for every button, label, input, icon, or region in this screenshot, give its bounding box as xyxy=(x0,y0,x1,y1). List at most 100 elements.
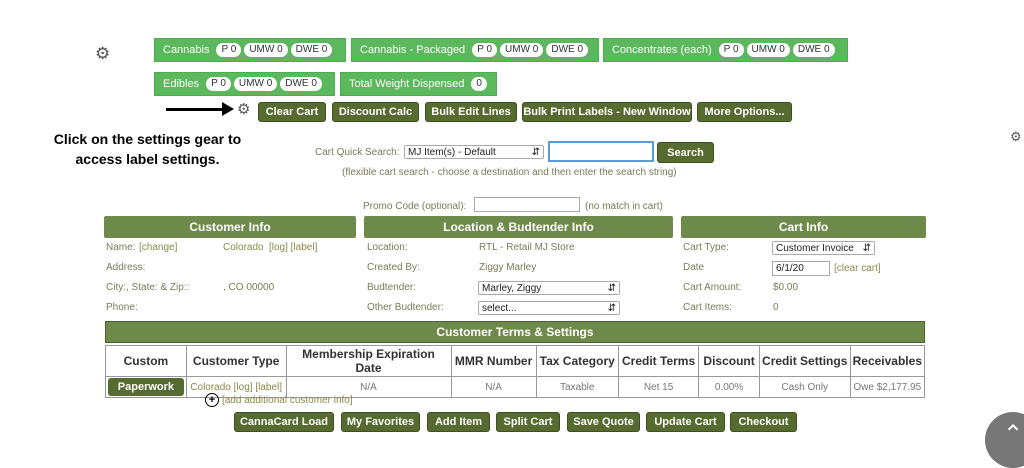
add-circle-icon[interactable]: + xyxy=(205,393,219,407)
customer-log-label-links[interactable]: [log] [label] xyxy=(269,242,317,253)
name-change-link[interactable]: [change] xyxy=(139,242,177,253)
scroll-to-top-button[interactable]: ⌃ xyxy=(985,412,1024,468)
clear-cart-button[interactable]: Clear Cart xyxy=(258,102,326,122)
edibles-dwe-pill: DWE 0 xyxy=(280,77,322,91)
search-button[interactable]: Search xyxy=(657,142,714,163)
concentrates-umw-pill: UMW 0 xyxy=(746,43,790,57)
column-header: Tax Category xyxy=(535,345,619,377)
column-header: Discount xyxy=(698,345,760,377)
city-state-zip-value: , CO 00000 xyxy=(223,282,275,293)
address-label: Address: xyxy=(106,262,146,273)
edibles-p-pill: P 0 xyxy=(206,77,231,91)
arrow-line xyxy=(166,108,224,111)
search-destination-value: MJ Item(s) - Default xyxy=(408,146,496,158)
column-header: Membership Expiration Date xyxy=(285,345,452,377)
paperwork-button[interactable]: Paperwork xyxy=(108,378,184,396)
clear-cart-link[interactable]: [clear cart] xyxy=(834,263,881,274)
save-quote-button[interactable]: Save Quote xyxy=(567,412,640,432)
other-budtender-label: Other Budtender: xyxy=(367,302,444,313)
cannabis-p-pill: P 0 xyxy=(216,43,242,57)
edibles-summary: Edibles P 0 UMW 0 DWE 0 xyxy=(154,72,335,96)
promo-label: Promo Code (optional): xyxy=(363,201,467,212)
bulk-edit-lines-button[interactable]: Bulk Edit Lines xyxy=(425,102,517,122)
tax-category-cell: Taxable xyxy=(535,376,619,398)
customer-terms-table: Custom Customer Type Membership Expirati… xyxy=(105,345,926,398)
created-by-value: Ziggy Marley xyxy=(479,262,537,273)
date-label: Date xyxy=(683,262,705,273)
budtender-select-value: Marley, Ziggy xyxy=(482,282,542,294)
side-gear-icon[interactable]: ⚙ xyxy=(1010,128,1022,145)
column-header: Custom xyxy=(105,345,187,377)
column-header: Credit Terms xyxy=(617,345,700,377)
annotation-note: Click on the settings gear to access lab… xyxy=(53,131,242,167)
select-arrows-icon: ⇵ xyxy=(607,302,616,314)
customer-name-link[interactable]: Colorado xyxy=(223,242,264,253)
search-input[interactable] xyxy=(548,141,654,162)
column-header: MMR Number xyxy=(450,345,537,377)
gear-icon[interactable]: ⚙ xyxy=(95,45,110,62)
customer-info-header: Customer Info xyxy=(104,216,356,238)
cannabis-packaged-label: Cannabis - Packaged xyxy=(360,44,466,56)
other-budtender-select[interactable]: select... ⇵ xyxy=(478,301,620,315)
mmr-number-cell: N/A xyxy=(450,376,537,398)
search-label: Cart Quick Search: xyxy=(315,147,400,158)
promo-status: (no match in cart) xyxy=(585,201,663,212)
city-state-zip-label: City:, State: & Zip:: xyxy=(106,282,190,293)
location-label: Location: xyxy=(367,242,408,253)
discount-calc-button[interactable]: Discount Calc xyxy=(332,102,419,122)
cannacard-load-button[interactable]: CannaCard Load xyxy=(234,412,334,432)
cannabis-umw-pill: UMW 0 xyxy=(244,43,288,57)
search-destination-select[interactable]: MJ Item(s) - Default ⇵ xyxy=(404,145,544,159)
cart-info-header: Cart Info xyxy=(681,216,926,238)
column-header: Receivables xyxy=(849,345,926,377)
select-arrows-icon: ⇵ xyxy=(862,242,871,254)
cannabis-dwe-pill: DWE 0 xyxy=(290,43,333,57)
cart-amount-value: $0.00 xyxy=(773,282,799,293)
name-label: Name: xyxy=(106,242,136,253)
terms-header-row: Custom Customer Type Membership Expirati… xyxy=(105,345,926,377)
my-favorites-button[interactable]: My Favorites xyxy=(341,412,420,432)
total-weight-label: Total Weight Dispensed xyxy=(349,78,465,90)
select-arrows-icon: ⇵ xyxy=(607,282,616,294)
receivables-cell: Owe $2,177.95 xyxy=(849,376,926,398)
budtender-select[interactable]: Marley, Ziggy ⇵ xyxy=(478,281,620,295)
edibles-label: Edibles xyxy=(163,78,200,90)
date-input[interactable]: 6/1/20 xyxy=(772,261,830,276)
customer-terms-header: Customer Terms & Settings xyxy=(105,321,925,343)
other-budtender-select-value: select... xyxy=(482,302,517,314)
cart-type-select[interactable]: Customer Invoice ⇵ xyxy=(772,241,875,255)
credit-terms-cell: Net 15 xyxy=(617,376,700,398)
more-options-button[interactable]: More Options... xyxy=(697,102,792,122)
edibles-umw-pill: UMW 0 xyxy=(233,77,278,91)
cannabis-packaged-summary: Cannabis - Packaged P 0 UMW 0 DWE 0 xyxy=(351,38,599,62)
credit-settings-cell: Cash Only xyxy=(758,376,851,398)
column-header: Customer Type xyxy=(185,345,287,377)
cannabis-label: Cannabis xyxy=(163,44,210,56)
phone-label: Phone: xyxy=(106,302,138,313)
chevron-up-icon: ⌃ xyxy=(1002,421,1024,448)
concentrates-summary: Concentrates (each) P 0 UMW 0 DWE 0 xyxy=(603,38,848,62)
cart-amount-label: Cart Amount: xyxy=(683,282,742,293)
created-by-label: Created By: xyxy=(367,262,420,273)
add-customer-info-link[interactable]: [add additional customer info] xyxy=(222,395,353,406)
concentrates-label: Concentrates (each) xyxy=(612,44,712,56)
label-settings-gear-icon[interactable]: ⚙ xyxy=(237,101,250,118)
location-value: RTL - Retail MJ Store xyxy=(479,242,575,253)
cart-items-value: 0 xyxy=(773,302,779,313)
checkout-button[interactable]: Checkout xyxy=(730,412,797,432)
discount-cell: 0.00% xyxy=(698,376,760,398)
promo-code-input[interactable] xyxy=(474,197,580,212)
concentrates-dwe-pill: DWE 0 xyxy=(792,43,835,57)
bulk-print-labels-button[interactable]: Bulk Print Labels - New Window xyxy=(522,102,692,122)
cannabis-packaged-p-pill: P 0 xyxy=(472,43,498,57)
column-header: Credit Settings xyxy=(758,345,851,377)
budtender-label: Budtender: xyxy=(367,282,416,293)
cannabis-summary: Cannabis P 0 UMW 0 DWE 0 xyxy=(154,38,346,62)
arrow-head-icon xyxy=(222,102,234,116)
update-cart-button[interactable]: Update Cart xyxy=(646,412,725,432)
location-budtender-header: Location & Budtender Info xyxy=(364,216,673,238)
cart-type-label: Cart Type: xyxy=(683,242,729,253)
split-cart-button[interactable]: Split Cart xyxy=(496,412,560,432)
total-weight-pill: 0 xyxy=(471,77,487,91)
add-item-button[interactable]: Add Item xyxy=(427,412,490,432)
